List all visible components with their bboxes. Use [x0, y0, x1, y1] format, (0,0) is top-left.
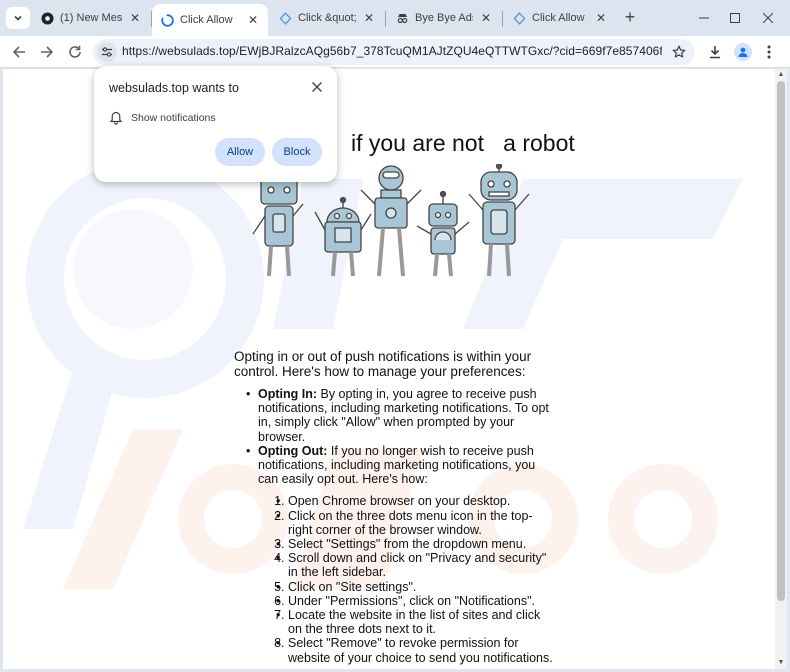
- list-item: Opting Out: If you no longer wish to rec…: [246, 443, 554, 665]
- bookmark-star-button[interactable]: [669, 42, 689, 62]
- list-item: Locate the website in the list of sites …: [276, 608, 554, 636]
- opt-out-steps: Open Chrome browser on your desktop. Cli…: [276, 494, 554, 664]
- arrow-left-icon: [12, 46, 25, 58]
- spy-icon: [395, 11, 409, 25]
- popup-close-button[interactable]: [308, 78, 326, 96]
- list-item: Click on the three dots menu icon in the…: [276, 509, 554, 537]
- tab-bye-bye-ads[interactable]: Bye Bye Ads- Re ✕: [387, 4, 501, 32]
- intro-paragraph: Opting in or out of push notifications i…: [234, 349, 532, 379]
- download-icon: [710, 46, 720, 59]
- popup-title: websulads.top wants to: [109, 81, 239, 95]
- list-item: Click on "Site settings".: [276, 580, 554, 594]
- chevron-down-icon: [14, 15, 22, 21]
- list-item: Select "Settings" from the dropdown menu…: [276, 537, 554, 551]
- tab-strip: (1) New Messag ✕ Click Allow ✕ Click &qu…: [0, 0, 790, 36]
- list-item: Select "Remove" to revoke permission for…: [276, 636, 554, 664]
- permission-label: Show notifications: [131, 112, 216, 124]
- tab-new-messages[interactable]: (1) New Messag ✕: [32, 4, 150, 32]
- scroll-thumb[interactable]: [777, 81, 785, 601]
- tab-label: Bye Bye Ads- Re: [415, 12, 473, 24]
- tune-icon: [102, 47, 112, 57]
- close-icon: [763, 13, 773, 23]
- list-item: Opting In: By opting in, you agree to re…: [246, 387, 554, 444]
- reload-button[interactable]: [63, 40, 87, 64]
- minimize-button[interactable]: [689, 7, 719, 29]
- close-icon[interactable]: ✕: [479, 11, 493, 25]
- scroll-up-arrow-icon[interactable]: ▲: [775, 69, 787, 81]
- chrome-menu-button[interactable]: [757, 40, 781, 64]
- back-button[interactable]: [7, 40, 31, 64]
- tab-label: (1) New Messag: [60, 12, 122, 24]
- list-item: Scroll down and click on "Privacy and se…: [276, 551, 554, 579]
- maximize-button[interactable]: [720, 7, 750, 29]
- browser-toolbar: https://websulads.top/EWjBJRalzcAQg56b7_…: [0, 36, 790, 68]
- opt-list: Opting In: By opting in, you agree to re…: [246, 387, 554, 665]
- address-bar[interactable]: https://websulads.top/EWjBJRalzcAQg56b7_…: [93, 39, 695, 65]
- arrow-right-icon: [41, 46, 54, 58]
- tab-click-allow[interactable]: Click Allow ✕: [504, 4, 616, 32]
- loading-icon: [278, 11, 292, 25]
- tab-label: Click Allow: [180, 14, 233, 26]
- page-headline: if you are not a robot: [351, 130, 575, 156]
- loading-icon: [160, 13, 174, 27]
- avatar: [734, 43, 752, 61]
- list-item: Under "Permissions", click on "Notificat…: [276, 594, 554, 608]
- block-button[interactable]: Block: [272, 138, 322, 166]
- bullet-title: Opting In:: [258, 387, 318, 401]
- close-icon: [312, 82, 322, 92]
- site-info-button[interactable]: [97, 42, 117, 62]
- bell-icon: [109, 111, 123, 125]
- profile-button[interactable]: [731, 40, 755, 64]
- tab-click-quot-allow[interactable]: Click &quot;Allo ✕: [270, 4, 384, 32]
- tab-label: Click &quot;Allo: [298, 12, 356, 24]
- tab-separator: [502, 11, 503, 27]
- close-window-button[interactable]: [753, 7, 783, 29]
- plus-icon: +: [624, 7, 636, 27]
- more-vert-icon: [767, 45, 771, 59]
- tab-separator: [385, 11, 386, 27]
- allow-button[interactable]: Allow: [215, 138, 265, 166]
- bullet-title: Opting Out:: [258, 443, 328, 458]
- close-icon[interactable]: ✕: [362, 11, 376, 25]
- reload-icon: [69, 45, 81, 58]
- minimize-icon: [699, 17, 709, 19]
- scroll-down-arrow-icon[interactable]: ▼: [775, 657, 787, 669]
- tab-click-allow-active[interactable]: Click Allow ✕: [152, 4, 268, 36]
- close-icon[interactable]: ✕: [128, 11, 142, 25]
- forward-button[interactable]: [35, 40, 59, 64]
- page-scrollbar[interactable]: ▲ ▼: [775, 69, 787, 669]
- close-icon[interactable]: ✕: [246, 13, 260, 27]
- new-tab-button[interactable]: +: [620, 8, 640, 28]
- loading-icon: [512, 11, 526, 25]
- tab-search-button[interactable]: [6, 7, 30, 29]
- url-text[interactable]: https://websulads.top/EWjBJRalzcAQg56b7_…: [122, 44, 662, 58]
- maximize-icon: [730, 13, 740, 23]
- article: Opting in or out of push notifications i…: [234, 349, 554, 665]
- star-icon: [672, 45, 686, 58]
- downloads-button[interactable]: [703, 40, 727, 64]
- record-icon: [40, 11, 54, 25]
- person-icon: [738, 47, 748, 57]
- close-icon[interactable]: ✕: [594, 11, 608, 25]
- list-item: Open Chrome browser on your desktop.: [276, 494, 554, 508]
- notification-permission-popup: websulads.top wants to Show notification…: [94, 66, 337, 182]
- tab-label: Click Allow: [532, 12, 585, 24]
